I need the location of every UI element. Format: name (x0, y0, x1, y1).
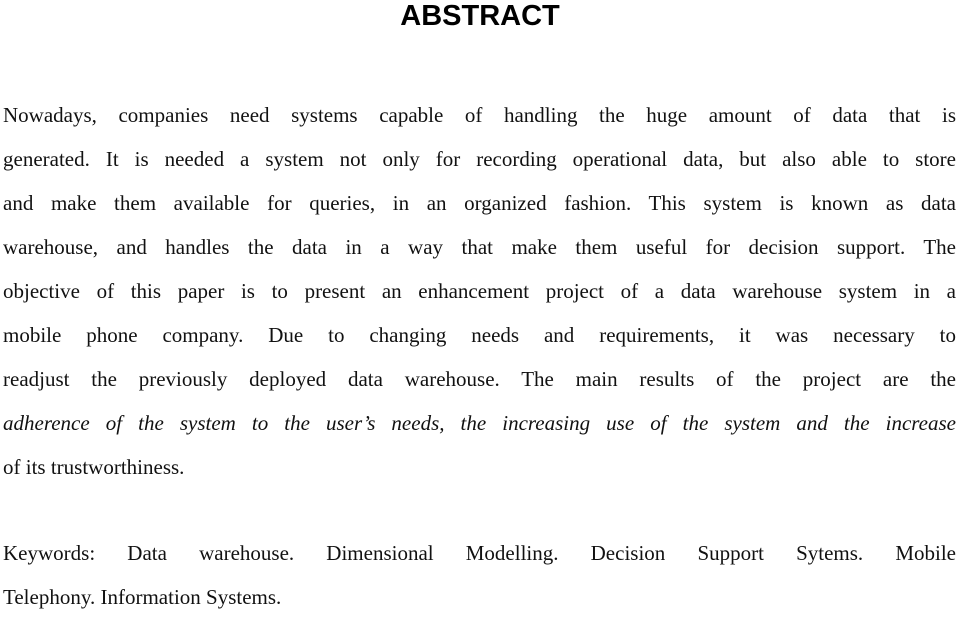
abstract-line-italic: adherence of the system to the user’s ne… (3, 411, 956, 435)
abstract-line: warehouse, and handles the data in a way… (3, 235, 956, 259)
abstract-line: Nowadays, companies need systems capable… (3, 103, 956, 127)
abstract-line: objective of this paper is to present an… (3, 279, 956, 303)
keywords-line: Telephony. Information Systems. (3, 585, 282, 609)
keywords-paragraph: Keywords: Data warehouse. Dimensional Mo… (3, 531, 956, 619)
abstract-paragraph: Nowadays, companies need systems capable… (3, 93, 956, 489)
abstract-line: generated. It is needed a system not onl… (3, 147, 956, 171)
abstract-line: and make them available for queries, in … (3, 191, 956, 215)
keywords-line: Keywords: Data warehouse. Dimensional Mo… (3, 541, 956, 565)
abstract-line: mobile phone company. Due to changing ne… (3, 323, 956, 347)
abstract-line: readjust the previously deployed data wa… (3, 367, 956, 391)
abstract-heading: ABSTRACT (400, 0, 560, 32)
abstract-line: of its trustworthiness. (3, 455, 185, 479)
